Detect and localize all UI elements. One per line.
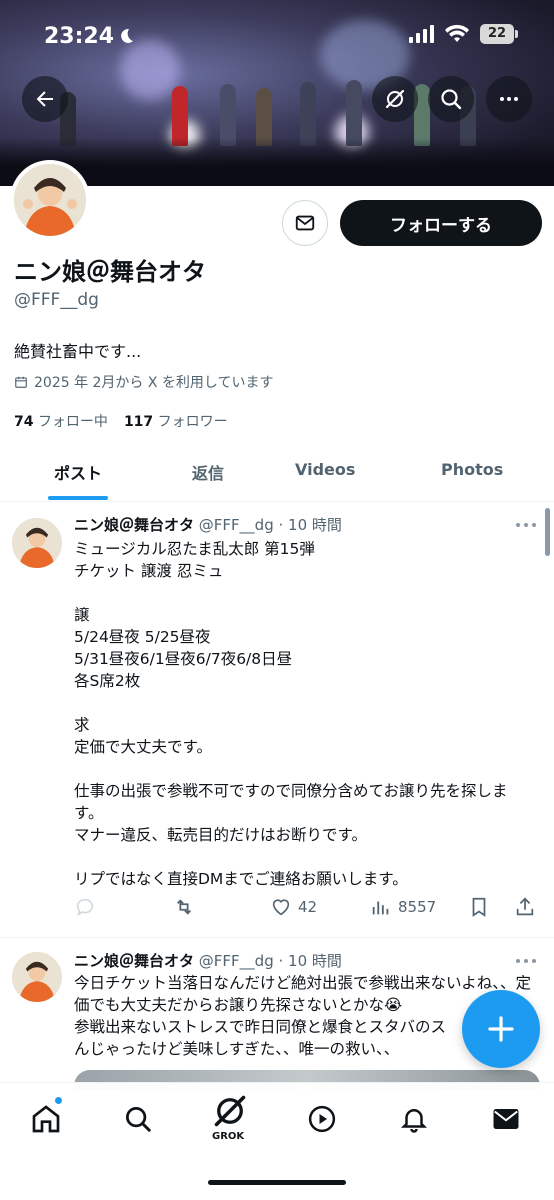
share-button[interactable]: [514, 896, 536, 918]
views-button[interactable]: 8557: [370, 896, 436, 918]
joined-date: 2025 年 2月から X を利用しています: [14, 372, 274, 392]
status-indicators: 22: [408, 24, 518, 44]
performer: [172, 86, 188, 146]
following-link[interactable]: 74 フォロー中: [14, 411, 108, 431]
tab-videos[interactable]: Videos: [295, 460, 355, 479]
reply-icon: [76, 898, 94, 917]
wifi-icon: [445, 24, 469, 42]
more-horizontal-icon: [500, 97, 518, 101]
envelope-icon: [295, 215, 315, 231]
follow-stats: 74 フォロー中 117 フォロワー: [14, 411, 228, 431]
avatar-illustration: [12, 518, 62, 568]
home-icon: [32, 1105, 60, 1133]
reply-button[interactable]: [74, 896, 96, 918]
plus-icon: [488, 1016, 514, 1042]
performer: [300, 82, 316, 146]
home-notification-dot: [54, 1096, 63, 1105]
views-chart-icon: [372, 901, 389, 915]
view-count: 8557: [398, 898, 437, 916]
more-options-button[interactable]: [486, 76, 532, 122]
tab-posts[interactable]: ポスト: [54, 460, 102, 484]
signal-icon: [409, 25, 434, 43]
post-meta: @FFF__dg · 10 時間: [198, 952, 342, 970]
post-meta: @FFF__dg · 10 時間: [198, 516, 342, 534]
followers-link[interactable]: 117 フォロワー: [124, 411, 228, 431]
stage-light: [120, 40, 180, 100]
joined-text: 2025 年 2月から X を利用しています: [34, 375, 274, 391]
bell-icon: [400, 1109, 428, 1133]
battery-indicator: 22: [480, 24, 518, 44]
nav-search[interactable]: [118, 1099, 158, 1139]
nav-videos[interactable]: [302, 1099, 342, 1139]
avatar-illustration: [12, 952, 62, 1002]
repost-icon: [176, 899, 192, 915]
followers-label: フォロワー: [157, 414, 228, 430]
following-label: フォロー中: [37, 414, 108, 430]
following-count: 74: [14, 414, 34, 430]
performer: [346, 80, 362, 146]
profile-tabs: ポスト 返信 Videos Photos: [0, 448, 554, 502]
avatar-illustration: [14, 164, 86, 236]
post-author-name[interactable]: ニン娘＠舞台オタ: [74, 952, 194, 970]
calendar-icon: [15, 376, 27, 388]
search-icon: [126, 1107, 151, 1132]
home-indicator: [208, 1180, 346, 1185]
grok-label: GROK: [212, 1131, 245, 1142]
nav-grok[interactable]: [210, 1091, 250, 1131]
active-tab-indicator: [48, 496, 108, 500]
post-actions: 42 8557: [74, 896, 544, 924]
status-time: 23:24: [44, 24, 115, 49]
tab-replies[interactable]: 返信: [192, 460, 224, 484]
post-divider: [0, 937, 554, 938]
arrow-left-icon: [36, 91, 53, 107]
message-button[interactable]: [282, 200, 328, 246]
post-avatar[interactable]: [12, 518, 62, 568]
post-text: ミュージカル忍たま乱太郎 第15弾 チケット 譲渡 忍ミュ 譲 5/24昼夜 5…: [74, 540, 508, 888]
bookmark-button[interactable]: [468, 896, 490, 918]
bookmark-icon: [472, 897, 486, 917]
nav-notifications[interactable]: [394, 1099, 434, 1139]
nav-messages[interactable]: [486, 1099, 526, 1139]
profile-display-name: ニン娘＠舞台オタ: [14, 258, 206, 286]
play-circle-icon: [308, 1105, 336, 1133]
post-header: ニン娘＠舞台オタ @FFF__dg · 10 時間: [74, 950, 342, 971]
moon-icon: [121, 28, 133, 43]
grok-button[interactable]: [372, 76, 418, 122]
search-icon: [441, 89, 462, 110]
profile-handle: @FFF__dg: [14, 290, 99, 310]
post-avatar[interactable]: [12, 952, 62, 1002]
grok-icon: [385, 89, 405, 109]
profile-bio: 絶賛社畜中です...: [14, 342, 142, 361]
post-author-name[interactable]: ニン娘＠舞台オタ: [74, 516, 194, 534]
grok-icon: [214, 1095, 246, 1127]
tab-photos[interactable]: Photos: [441, 460, 503, 479]
performer: [220, 84, 236, 146]
nav-home[interactable]: [26, 1099, 66, 1139]
followers-count: 117: [123, 414, 154, 430]
heart-icon: [272, 899, 290, 916]
envelope-icon: [493, 1109, 519, 1129]
post-more-icon[interactable]: [514, 956, 538, 966]
post-header: ニン娘＠舞台オタ @FFF__dg · 10 時間: [74, 514, 342, 535]
back-button[interactable]: [22, 76, 68, 122]
scrollbar[interactable]: [545, 508, 550, 556]
like-button[interactable]: 42: [270, 896, 317, 918]
follow-button[interactable]: フォローする: [340, 200, 542, 246]
repost-button[interactable]: [172, 896, 196, 918]
compose-post-button[interactable]: [462, 990, 540, 1068]
search-button[interactable]: [428, 76, 474, 122]
profile-avatar[interactable]: [10, 160, 90, 240]
post-more-icon[interactable]: [514, 520, 538, 530]
share-icon: [516, 897, 534, 916]
like-count: 42: [298, 898, 318, 916]
